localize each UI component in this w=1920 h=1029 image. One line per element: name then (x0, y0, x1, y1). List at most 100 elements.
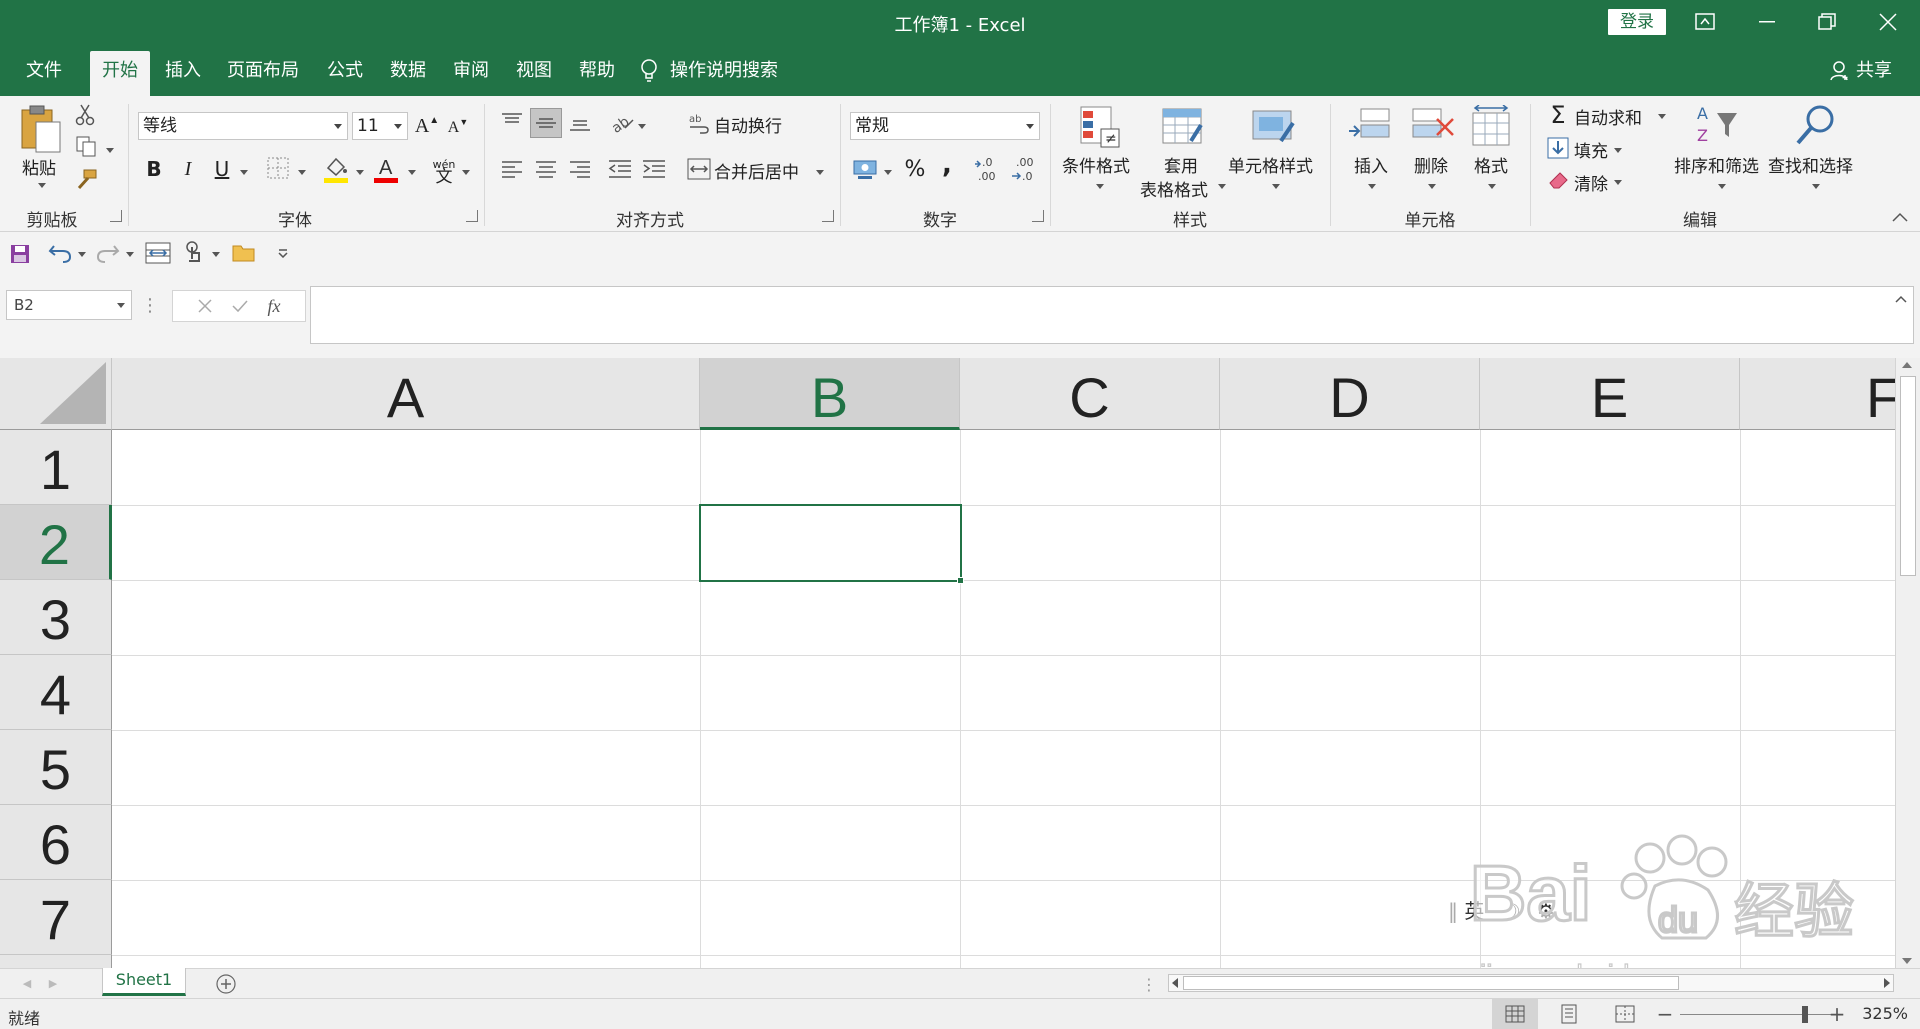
font-size-combo[interactable]: 11 (352, 112, 408, 140)
customize-qat-icon[interactable] (274, 242, 292, 264)
name-box[interactable]: B2 (6, 290, 132, 320)
prev-sheet-icon[interactable]: ◀ (20, 975, 34, 991)
zoom-level[interactable]: 325% (1862, 1004, 1908, 1023)
align-bottom-icon[interactable] (566, 110, 594, 136)
font-name-combo[interactable]: 等线 (138, 112, 348, 140)
border-icon[interactable] (266, 156, 290, 180)
delete-cells-label[interactable]: 删除 (1414, 152, 1448, 177)
cell-styles-icon[interactable] (1250, 104, 1298, 152)
cancel-entry-icon[interactable] (197, 299, 212, 313)
decrease-indent-icon[interactable] (606, 154, 634, 184)
conditional-formatting-label[interactable]: 条件格式 (1062, 152, 1130, 177)
align-left-icon[interactable] (498, 154, 526, 184)
zoom-slider-thumb[interactable] (1802, 1006, 1808, 1023)
column-header-b[interactable]: B (700, 358, 960, 430)
column-header-d[interactable]: D (1220, 358, 1480, 430)
tab-help[interactable]: 帮助 (568, 51, 626, 96)
redo-icon[interactable] (94, 240, 122, 266)
row-header-1[interactable]: 1 (0, 430, 112, 505)
page-layout-view-icon[interactable] (1554, 999, 1584, 1029)
number-launcher-icon[interactable] (1032, 210, 1044, 222)
italic-icon[interactable]: I (176, 154, 200, 184)
horizontal-scroll-thumb[interactable] (1183, 976, 1679, 990)
login-button[interactable]: 登录 (1608, 9, 1666, 35)
delete-cells-icon[interactable] (1410, 104, 1456, 150)
insert-function-icon[interactable]: fx (268, 296, 281, 317)
formula-input[interactable] (310, 286, 1914, 344)
tab-review[interactable]: 审阅 (442, 51, 500, 96)
row-header-5[interactable]: 5 (0, 730, 112, 805)
align-middle-icon[interactable] (530, 108, 562, 138)
paste-icon[interactable] (18, 102, 62, 156)
autosum-icon[interactable]: Σ (1546, 101, 1570, 129)
number-format-combo[interactable]: 常规 (850, 112, 1040, 140)
column-header-e[interactable]: E (1480, 358, 1740, 430)
row-header-6[interactable]: 6 (0, 805, 112, 880)
normal-view-icon[interactable] (1492, 999, 1538, 1029)
decrease-font-icon[interactable]: A ▼ (446, 114, 470, 142)
new-sheet-icon[interactable] (214, 972, 238, 996)
fill-handle[interactable] (957, 577, 964, 584)
tab-file[interactable]: 文件 (12, 51, 76, 96)
alignment-launcher-icon[interactable] (822, 210, 834, 222)
format-as-table-icon[interactable] (1160, 104, 1208, 152)
vertical-scroll-thumb[interactable] (1900, 376, 1916, 576)
page-break-preview-icon[interactable] (1610, 999, 1640, 1029)
sort-filter-icon[interactable]: AZ (1690, 102, 1740, 150)
align-right-icon[interactable] (566, 154, 594, 184)
increase-decimal-icon[interactable]: .0.00 (974, 154, 1004, 184)
scroll-up-icon[interactable] (1902, 362, 1912, 368)
touch-mode-icon[interactable] (180, 240, 208, 266)
scroll-right-icon[interactable] (1884, 978, 1890, 988)
column-width-icon[interactable] (144, 240, 172, 266)
save-icon[interactable] (8, 242, 32, 266)
next-sheet-icon[interactable]: ▶ (46, 975, 60, 991)
format-as-table-label-line1[interactable]: 套用 (1164, 152, 1198, 177)
sort-filter-label[interactable]: 排序和筛选 (1674, 152, 1759, 177)
zoom-slider-track[interactable] (1680, 1014, 1836, 1015)
align-center-icon[interactable] (532, 154, 560, 184)
merge-center-icon[interactable] (686, 156, 712, 182)
format-painter-icon[interactable] (74, 168, 98, 192)
tab-view[interactable]: 视图 (505, 51, 563, 96)
tab-page-layout[interactable]: 页面布局 (220, 51, 306, 96)
increase-indent-icon[interactable] (640, 154, 668, 184)
vertical-scrollbar[interactable] (1895, 358, 1920, 968)
confirm-entry-icon[interactable] (231, 299, 248, 313)
worksheet-grid[interactable]: A B C D E F 1 2 3 4 5 6 7 (0, 358, 1895, 968)
format-cells-label[interactable]: 格式 (1474, 152, 1508, 177)
share-button[interactable]: 共享 (1830, 51, 1892, 91)
phonetic-guide-icon[interactable]: wén 文 (430, 156, 458, 186)
restore-icon[interactable] (1797, 0, 1857, 44)
expand-formula-icon[interactable] (1895, 295, 1907, 303)
font-color-icon[interactable]: A (372, 154, 400, 184)
orientation-icon[interactable]: ab (606, 110, 638, 136)
cut-icon[interactable] (74, 104, 96, 126)
underline-icon[interactable]: U (210, 154, 234, 184)
active-cell-b2[interactable] (699, 504, 962, 582)
conditional-formatting-icon[interactable]: ≠ (1076, 104, 1124, 152)
column-header-f[interactable]: F (1740, 358, 1895, 430)
decrease-decimal-icon[interactable]: .00.0 (1010, 154, 1040, 184)
merge-center-label[interactable]: 合并后居中 (714, 158, 799, 183)
comma-style-icon[interactable]: , (934, 150, 960, 180)
row-header-8-partial[interactable] (0, 955, 112, 968)
row-header-3[interactable]: 3 (0, 580, 112, 655)
collapse-ribbon-icon[interactable] (1888, 208, 1912, 226)
find-select-icon[interactable] (1790, 102, 1840, 150)
tab-formulas[interactable]: 公式 (316, 51, 374, 96)
bold-icon[interactable]: B (142, 154, 166, 184)
percent-style-icon[interactable]: % (900, 154, 930, 184)
ime-toolbar[interactable]: ‖ 英 ☽ ⚙ (1448, 895, 1588, 929)
cell-styles-label[interactable]: 单元格样式 (1228, 152, 1313, 177)
tab-splitter-icon[interactable]: ⋮ (1141, 973, 1157, 995)
ribbon-display-options-icon[interactable] (1675, 0, 1735, 44)
horizontal-scrollbar[interactable] (1168, 974, 1894, 992)
zoom-out-icon[interactable]: − (1656, 1002, 1674, 1026)
close-icon[interactable] (1858, 0, 1918, 44)
sheet-tab-sheet1[interactable]: Sheet1 (102, 968, 186, 996)
wrap-text-label[interactable]: 自动换行 (714, 112, 782, 137)
open-folder-icon[interactable] (230, 240, 258, 266)
insert-cells-icon[interactable] (1346, 104, 1392, 150)
zoom-in-icon[interactable]: + (1828, 1002, 1846, 1026)
